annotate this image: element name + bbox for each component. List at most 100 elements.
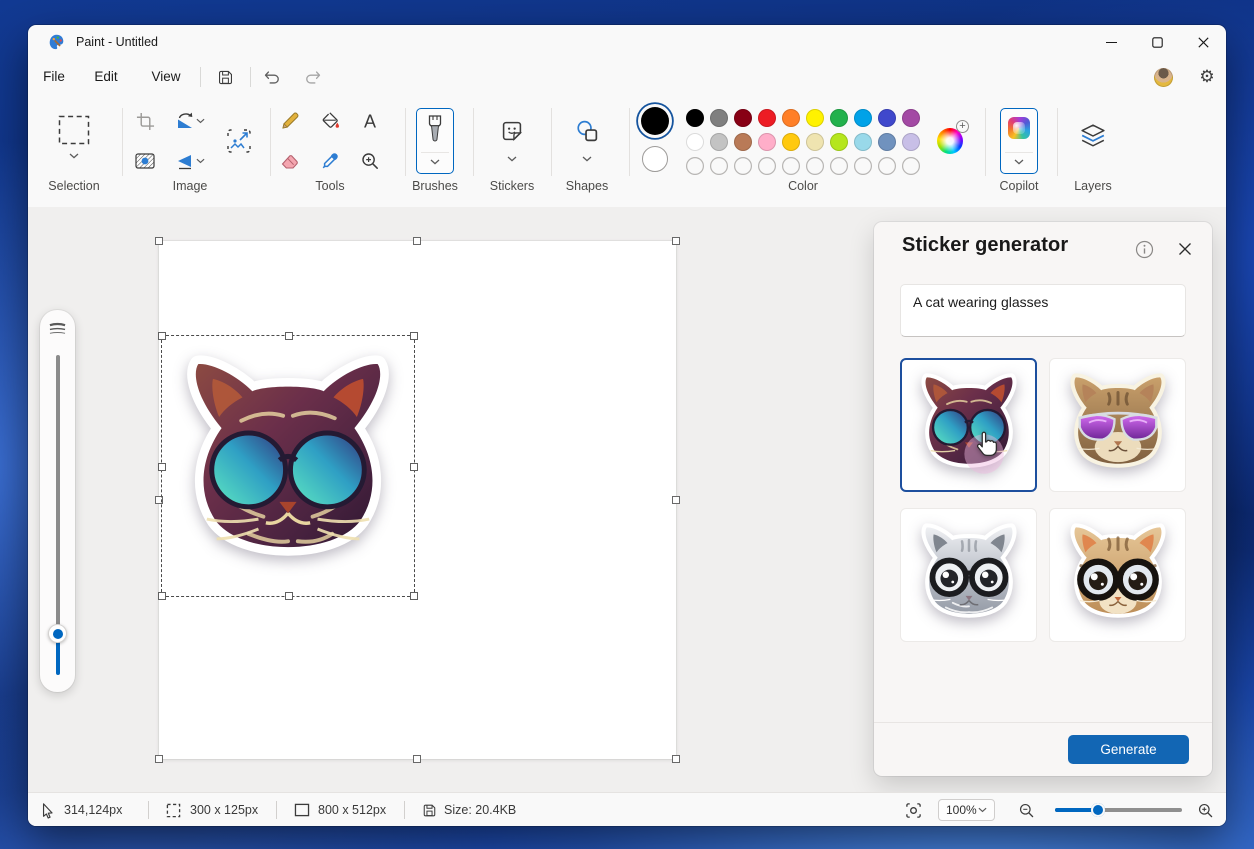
color-swatch[interactable] <box>806 133 824 151</box>
fill-tool-button[interactable] <box>315 106 345 136</box>
color-swatch[interactable] <box>878 133 896 151</box>
prompt-input[interactable]: A cat wearing glasses <box>900 284 1186 337</box>
canvas-resize-handle[interactable] <box>672 496 680 504</box>
empty-color-swatch[interactable] <box>782 157 800 175</box>
copilot-dropdown-chevron[interactable] <box>1001 159 1037 165</box>
canvas-resize-handle[interactable] <box>672 237 680 245</box>
color-swatch[interactable] <box>902 109 920 127</box>
canvas-resize-handle[interactable] <box>155 755 163 763</box>
color-swatch[interactable] <box>854 133 872 151</box>
maximize-button[interactable] <box>1134 25 1180 59</box>
color-swatch[interactable] <box>758 133 776 151</box>
size-slider-thumb[interactable] <box>48 624 67 643</box>
empty-color-swatch[interactable] <box>830 157 848 175</box>
color-swatch[interactable] <box>830 133 848 151</box>
save-button[interactable] <box>211 63 239 91</box>
account-avatar[interactable] <box>1154 68 1173 87</box>
color-swatch[interactable] <box>782 109 800 127</box>
eraser-tool-button[interactable] <box>275 146 305 176</box>
close-button[interactable] <box>1180 25 1226 59</box>
magnifier-tool-button[interactable] <box>355 146 385 176</box>
empty-color-swatch[interactable] <box>758 157 776 175</box>
menu-edit[interactable]: Edit <box>84 63 128 91</box>
stickers-dropdown-chevron[interactable] <box>507 156 517 162</box>
selection-handle[interactable] <box>285 592 293 600</box>
color-swatch[interactable] <box>710 133 728 151</box>
info-button[interactable] <box>1133 238 1155 260</box>
zoom-slider[interactable] <box>1055 803 1182 817</box>
color-swatch[interactable] <box>758 109 776 127</box>
minimize-button[interactable] <box>1088 25 1134 59</box>
panel-close-button[interactable] <box>1174 238 1196 260</box>
remove-background-button[interactable] <box>130 146 160 176</box>
selection-handle[interactable] <box>410 463 418 471</box>
foreground-color-swatch[interactable] <box>641 107 669 135</box>
menu-view[interactable]: View <box>140 63 192 91</box>
selection-handle[interactable] <box>158 332 166 340</box>
selection-handle[interactable] <box>410 332 418 340</box>
pencil-tool-button[interactable] <box>275 106 305 136</box>
cat-sticker-aviator <box>1069 373 1166 468</box>
color-swatch[interactable] <box>902 133 920 151</box>
resize-image-button[interactable] <box>224 126 254 156</box>
selection-handle[interactable] <box>158 592 166 600</box>
empty-color-swatch[interactable] <box>878 157 896 175</box>
redo-button[interactable] <box>299 63 327 91</box>
fit-to-screen-button[interactable] <box>905 793 922 826</box>
selection-handle[interactable] <box>158 463 166 471</box>
undo-button[interactable] <box>258 63 286 91</box>
selection-handle[interactable] <box>285 332 293 340</box>
canvas-resize-handle[interactable] <box>413 755 421 763</box>
zoom-out-button[interactable] <box>1018 793 1035 826</box>
color-group-label: Color <box>788 179 818 193</box>
text-tool-button[interactable]: A <box>355 106 385 136</box>
empty-color-swatch[interactable] <box>710 157 728 175</box>
empty-color-swatch[interactable] <box>902 157 920 175</box>
zoom-slider-thumb[interactable] <box>1091 803 1105 817</box>
canvas-resize-handle[interactable] <box>672 755 680 763</box>
brushes-button[interactable] <box>416 108 454 174</box>
settings-button[interactable]: ⚙ <box>1194 64 1220 90</box>
shapes-button[interactable] <box>572 116 602 146</box>
sticker-result-3[interactable] <box>900 508 1037 642</box>
color-swatch[interactable] <box>710 109 728 127</box>
color-swatch[interactable] <box>686 109 704 127</box>
shapes-dropdown-chevron[interactable] <box>582 156 592 162</box>
sticker-result-4[interactable] <box>1049 508 1186 642</box>
selection-rectangle[interactable] <box>158 332 418 600</box>
size-slider-track[interactable] <box>55 355 60 633</box>
rotate-dropdown-chevron[interactable] <box>196 118 205 124</box>
stickers-button[interactable] <box>497 116 527 146</box>
generate-button[interactable]: Generate <box>1068 735 1189 764</box>
empty-color-swatch[interactable] <box>854 157 872 175</box>
canvas-resize-handle[interactable] <box>413 237 421 245</box>
color-swatch[interactable] <box>782 133 800 151</box>
selection-tool-button[interactable] <box>58 115 90 145</box>
empty-color-swatch[interactable] <box>734 157 752 175</box>
selection-dropdown-chevron[interactable] <box>69 153 79 159</box>
color-swatch[interactable] <box>878 109 896 127</box>
color-picker-tool-button[interactable] <box>315 146 345 176</box>
sticker-result-1[interactable] <box>900 358 1037 492</box>
selection-handle[interactable] <box>410 592 418 600</box>
menu-file[interactable]: File <box>32 63 76 91</box>
empty-color-swatch[interactable] <box>806 157 824 175</box>
file-size-value: Size: 20.4KB <box>444 803 517 817</box>
zoom-in-button[interactable] <box>1197 793 1214 826</box>
canvas-resize-handle[interactable] <box>155 237 163 245</box>
empty-color-swatch[interactable] <box>686 157 704 175</box>
copilot-button[interactable] <box>1000 108 1038 174</box>
brushes-dropdown-chevron[interactable] <box>417 159 453 165</box>
color-swatch[interactable] <box>734 109 752 127</box>
flip-dropdown-chevron[interactable] <box>196 158 205 164</box>
background-color-swatch[interactable] <box>642 146 668 172</box>
color-swatch[interactable] <box>830 109 848 127</box>
crop-button[interactable] <box>130 106 160 136</box>
color-swatch[interactable] <box>854 109 872 127</box>
color-swatch[interactable] <box>686 133 704 151</box>
sticker-result-2[interactable] <box>1049 358 1186 492</box>
zoom-level-dropdown[interactable]: 100% <box>938 799 995 821</box>
layers-button[interactable] <box>1078 121 1108 151</box>
color-swatch[interactable] <box>806 109 824 127</box>
color-swatch[interactable] <box>734 133 752 151</box>
